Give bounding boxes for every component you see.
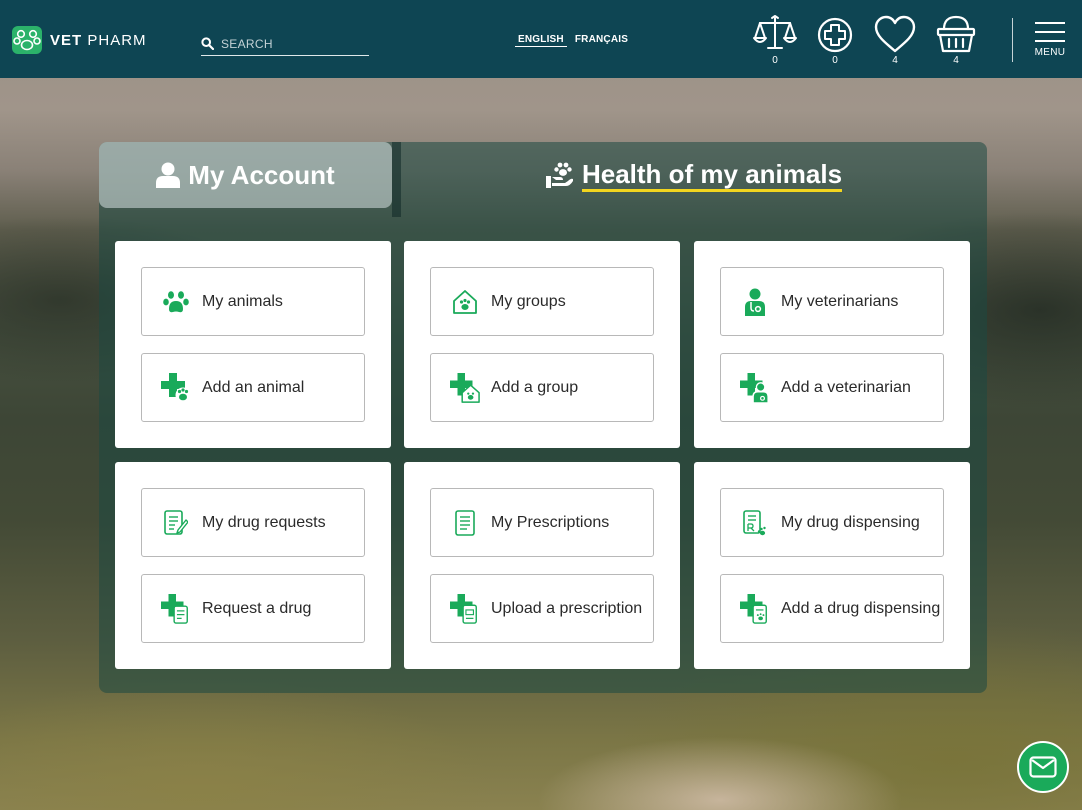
add-animal-button[interactable]: Add an animal: [141, 353, 365, 422]
search-input[interactable]: [221, 36, 361, 51]
card-drug-dispensing: My drug dispensing Add a drug dispensing: [694, 462, 970, 669]
menu-label: MENU: [1034, 47, 1066, 58]
add-group-icon: [450, 372, 480, 403]
brand-logo[interactable]: VET PHARM: [12, 26, 147, 54]
paw-logo-icon: [12, 26, 42, 54]
my-drug-dispensing-button[interactable]: My drug dispensing: [720, 488, 944, 557]
search-icon[interactable]: [201, 37, 214, 50]
upload-prescription-button[interactable]: Upload a prescription: [430, 574, 654, 643]
contact-mail-button[interactable]: [1017, 741, 1069, 793]
top-header: VET PHARM ENGLISH FRANÇAIS: [0, 0, 1082, 78]
brand-name: VET PHARM: [50, 32, 147, 49]
tab-health-of-my-animals[interactable]: Health of my animals: [401, 142, 987, 208]
search-bar: [201, 32, 369, 56]
compare-button[interactable]: 0: [753, 14, 797, 66]
add-drug-dispensing-button[interactable]: Add a drug dispensing: [720, 574, 944, 643]
my-veterinarians-label: My veterinarians: [781, 292, 899, 310]
prescriptions-count: 0: [832, 55, 838, 66]
add-animal-label: Add an animal: [202, 378, 305, 396]
my-veterinarians-button[interactable]: My veterinarians: [720, 267, 944, 336]
brand-name-light: PHARM: [87, 31, 147, 49]
my-drug-dispensing-label: My drug dispensing: [781, 513, 920, 531]
add-group-label: Add a group: [491, 378, 579, 396]
card-veterinarians: My veterinarians Add a veterinarian: [694, 241, 970, 448]
add-veterinarian-label: Add a veterinarian: [781, 378, 911, 396]
favorites-heart-icon: [874, 15, 916, 53]
card-groups: My groups Add a group: [404, 241, 680, 448]
add-group-button[interactable]: Add a group: [430, 353, 654, 422]
user-icon: [156, 162, 181, 188]
drug-request-form-icon: [161, 508, 191, 538]
language-french-link[interactable]: FRANÇAIS: [572, 34, 631, 47]
my-drug-requests-label: My drug requests: [202, 513, 326, 531]
add-veterinarian-button[interactable]: Add a veterinarian: [720, 353, 944, 422]
menu-button[interactable]: MENU: [1030, 22, 1070, 58]
my-prescriptions-label: My Prescriptions: [491, 513, 610, 531]
language-switcher: ENGLISH FRANÇAIS: [515, 34, 631, 47]
hand-paw-icon: [545, 162, 573, 188]
add-drug-dispensing-label: Add a drug dispensing: [781, 599, 941, 617]
add-drug-dispensing-icon: [740, 593, 770, 624]
card-drug-requests: My drug requests Request a drug: [115, 462, 391, 669]
card-animals: My animals Add an animal: [115, 241, 391, 448]
tab-my-account-label: My Account: [188, 159, 335, 190]
my-drug-requests-button[interactable]: My drug requests: [141, 488, 365, 557]
prescription-document-icon: [450, 508, 480, 538]
cart-count: 4: [953, 55, 959, 66]
request-drug-label: Request a drug: [202, 599, 312, 617]
favorites-button[interactable]: 4: [873, 14, 917, 66]
header-divider: [1012, 18, 1013, 62]
add-drug-request-icon: [161, 593, 191, 624]
my-groups-label: My groups: [491, 292, 566, 310]
compare-count: 0: [772, 55, 778, 66]
hamburger-icon: [1030, 22, 1070, 42]
add-veterinarian-icon: [740, 372, 770, 404]
language-english-link[interactable]: ENGLISH: [515, 34, 567, 47]
my-groups-button[interactable]: My groups: [430, 267, 654, 336]
tab-health-label: Health of my animals: [581, 159, 843, 192]
tab-my-account[interactable]: My Account: [99, 142, 392, 208]
cart-button[interactable]: 4: [934, 14, 978, 66]
compare-scale-icon: [753, 15, 797, 49]
request-drug-button[interactable]: Request a drug: [141, 574, 365, 643]
add-prescription-icon: [450, 593, 480, 624]
card-prescriptions: My Prescriptions Upload a prescription: [404, 462, 680, 669]
prescriptions-button[interactable]: 0: [813, 14, 857, 66]
upload-prescription-label: Upload a prescription: [491, 599, 643, 617]
tab-separator: [392, 142, 401, 217]
favorites-count: 4: [892, 55, 898, 66]
my-animals-label: My animals: [202, 292, 283, 310]
medical-cross-icon: [817, 17, 853, 53]
drug-dispensing-icon: [740, 508, 770, 538]
group-house-paw-icon: [450, 287, 480, 317]
cart-basket-icon: [936, 15, 976, 53]
paw-icon: [161, 287, 191, 317]
brand-name-bold: VET: [50, 31, 83, 49]
add-animal-icon: [161, 372, 191, 403]
veterinarian-icon: [740, 287, 770, 317]
my-prescriptions-button[interactable]: My Prescriptions: [430, 488, 654, 557]
mail-envelope-icon: [1029, 756, 1057, 778]
my-animals-button[interactable]: My animals: [141, 267, 365, 336]
